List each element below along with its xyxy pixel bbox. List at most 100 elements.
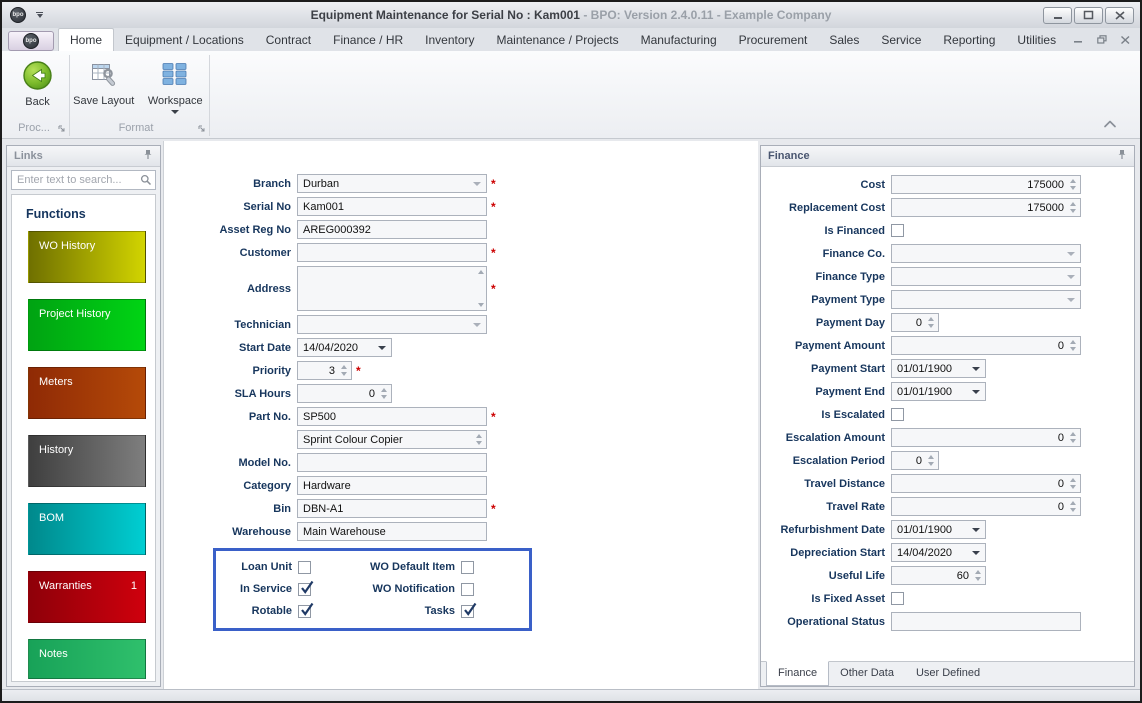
search-icon[interactable]: [140, 174, 152, 189]
combo-field-technician[interactable]: [297, 315, 487, 334]
spin-up-icon[interactable]: [1069, 478, 1076, 482]
combo-field-payment-type[interactable]: [891, 290, 1081, 309]
ribbon-tab-service[interactable]: Service: [870, 29, 932, 51]
text-field-operational-status[interactable]: [891, 612, 1081, 631]
dropdown-arrow-icon[interactable]: [972, 366, 980, 371]
dialog-launcher-icon[interactable]: [198, 125, 205, 132]
ribbon-tab-equipment-locations[interactable]: Equipment / Locations: [114, 29, 255, 51]
scroll-up-icon[interactable]: [478, 270, 484, 274]
spin-up-icon[interactable]: [927, 317, 934, 321]
ribbon-tab-inventory[interactable]: Inventory: [414, 29, 485, 51]
spin-up-icon[interactable]: [1069, 340, 1076, 344]
ribbon-tab-manufacturing[interactable]: Manufacturing: [630, 29, 728, 51]
dropdown-arrow-icon[interactable]: [972, 550, 980, 555]
spin-field-useful-life[interactable]: 60: [891, 566, 986, 585]
text-field-serial-no[interactable]: Kam001: [297, 197, 487, 216]
combo-field-finance-type[interactable]: [891, 267, 1081, 286]
spinner-icon[interactable]: [1067, 476, 1078, 491]
spin-down-icon[interactable]: [1069, 209, 1076, 213]
combo-field-branch[interactable]: Durban: [297, 174, 487, 193]
dropdown-arrow-icon[interactable]: [972, 389, 980, 394]
spin-field-escalation-amount[interactable]: 0: [891, 428, 1081, 447]
finance-tab-other-data[interactable]: Other Data: [829, 662, 905, 686]
date-field-depreciation-start[interactable]: 14/04/2020: [891, 543, 986, 562]
ribbon-tab-contract[interactable]: Contract: [255, 29, 322, 51]
dropdown-arrow-icon[interactable]: [1067, 297, 1075, 302]
checkbox-is-fixed-asset[interactable]: [891, 592, 904, 605]
date-field-payment-start[interactable]: 01/01/1900: [891, 359, 986, 378]
application-button[interactable]: bpo: [8, 31, 54, 51]
dropdown-arrow-icon[interactable]: [1067, 274, 1075, 279]
spin-field-payment-day[interactable]: 0: [891, 313, 939, 332]
spin-up-icon[interactable]: [1069, 501, 1076, 505]
spinner-icon[interactable]: [1067, 200, 1078, 215]
qat-dropdown-icon[interactable]: [36, 12, 43, 18]
nav-button-wo-history[interactable]: WO History: [28, 231, 146, 283]
checkbox-wo-default-item[interactable]: [461, 560, 474, 574]
ribbon-close-icon[interactable]: [1121, 35, 1130, 47]
checkbox-tasks[interactable]: [461, 602, 477, 618]
spin-up-icon[interactable]: [380, 388, 387, 392]
combo-field-finance-co[interactable]: [891, 244, 1081, 263]
spin-down-icon[interactable]: [927, 462, 934, 466]
spin-field-sla-hours[interactable]: 0: [297, 384, 392, 403]
text-field-customer[interactable]: [297, 243, 487, 262]
spin-field-travel-distance[interactable]: 0: [891, 474, 1081, 493]
spin-up-icon[interactable]: [340, 365, 347, 369]
spin-up-icon[interactable]: [475, 434, 482, 438]
text-field-part-no[interactable]: SP500: [297, 407, 487, 426]
nav-button-history[interactable]: History: [28, 435, 146, 487]
spin-down-icon[interactable]: [927, 324, 934, 328]
spin-down-icon[interactable]: [1069, 439, 1076, 443]
spin-down-icon[interactable]: [1069, 508, 1076, 512]
search-input[interactable]: [11, 170, 156, 190]
spinner-icon[interactable]: [1067, 338, 1078, 353]
back-button[interactable]: Back: [8, 58, 68, 108]
nav-button-bom[interactable]: BOM: [28, 503, 146, 555]
spintext-field-part-description[interactable]: Sprint Colour Copier: [297, 430, 487, 449]
nav-button-warranties[interactable]: Warranties 1: [28, 571, 146, 623]
checkbox-is-escalated[interactable]: [891, 408, 904, 421]
finance-tab-user-defined[interactable]: User Defined: [905, 662, 991, 686]
nav-button-notes[interactable]: Notes: [28, 639, 146, 679]
spin-down-icon[interactable]: [1069, 186, 1076, 190]
ribbon-minimize-icon[interactable]: [1074, 35, 1083, 47]
spin-up-icon[interactable]: [927, 455, 934, 459]
scroll-arrows-icon[interactable]: [478, 270, 484, 307]
text-field-category[interactable]: Hardware: [297, 476, 487, 495]
ribbon-tab-utilities[interactable]: Utilities: [1006, 29, 1067, 51]
checkbox-is-financed[interactable]: [891, 224, 904, 237]
spinner-icon[interactable]: [338, 363, 349, 378]
ribbon-tab-sales[interactable]: Sales: [818, 29, 870, 51]
spin-up-icon[interactable]: [974, 570, 981, 574]
text-field-asset-reg-no[interactable]: AREG000392: [297, 220, 487, 239]
spinner-icon[interactable]: [1067, 177, 1078, 192]
save-layout-button[interactable]: Save Layout: [70, 58, 138, 114]
checkbox-rotable[interactable]: [298, 602, 314, 618]
spinner-icon[interactable]: [925, 315, 936, 330]
spin-down-icon[interactable]: [475, 441, 482, 445]
spin-field-travel-rate[interactable]: 0: [891, 497, 1081, 516]
spin-down-icon[interactable]: [340, 372, 347, 376]
date-field-refurbishment-date[interactable]: 01/01/1900: [891, 520, 986, 539]
spin-down-icon[interactable]: [974, 577, 981, 581]
spin-field-payment-amount[interactable]: 0: [891, 336, 1081, 355]
spinner-icon[interactable]: [972, 568, 983, 583]
nav-button-meters[interactable]: Meters: [28, 367, 146, 419]
dropdown-arrow-icon[interactable]: [378, 345, 386, 350]
ribbon-tab-maintenance-projects[interactable]: Maintenance / Projects: [486, 29, 630, 51]
spinner-icon[interactable]: [1067, 499, 1078, 514]
ribbon-tab-finance-hr[interactable]: Finance / HR: [322, 29, 414, 51]
pin-icon[interactable]: [1117, 149, 1127, 163]
spin-down-icon[interactable]: [1069, 485, 1076, 489]
checkbox-loan-unit[interactable]: [298, 560, 311, 574]
text-field-warehouse[interactable]: Main Warehouse: [297, 522, 487, 541]
maximize-button[interactable]: [1074, 6, 1103, 24]
date-field-payment-end[interactable]: 01/01/1900: [891, 382, 986, 401]
collapse-ribbon-icon[interactable]: [1102, 118, 1118, 132]
spin-field-priority[interactable]: 3: [297, 361, 352, 380]
dropdown-arrow-icon[interactable]: [1067, 251, 1075, 256]
ribbon-tab-reporting[interactable]: Reporting: [932, 29, 1006, 51]
ribbon-restore-icon[interactable]: [1097, 35, 1107, 47]
text-field-bin[interactable]: DBN-A1: [297, 499, 487, 518]
